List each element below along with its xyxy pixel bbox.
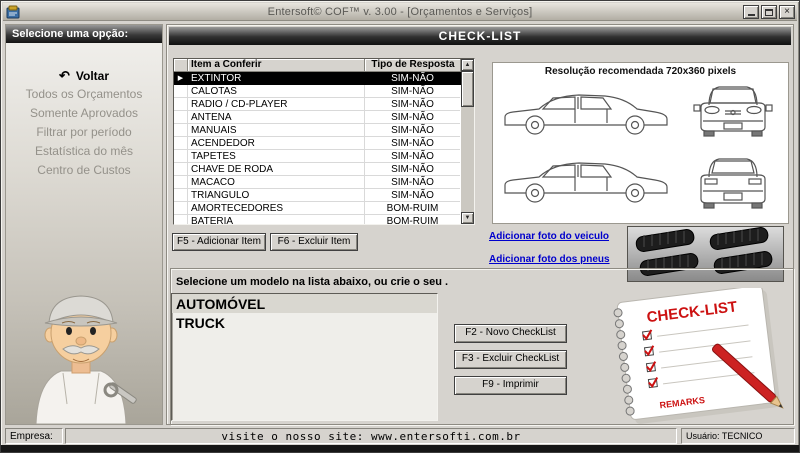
cell-item: EXTINTOR: [188, 72, 365, 85]
status-bar: Empresa: visite o nosso site: www.enters…: [3, 427, 797, 445]
website-status-text: visite o nosso site: www.entersofti.com.…: [65, 428, 677, 444]
table-row[interactable]: CHAVE DE RODA SIM-NÃO: [174, 163, 461, 176]
checklist-items-table: Item a Conferir Tipo de Resposta ▶ EXTIN…: [173, 58, 475, 225]
table-row[interactable]: CALOTAS SIM-NÃO: [174, 85, 461, 98]
cell-resposta: SIM-NÃO: [365, 150, 460, 163]
cell-item: ACENDEDOR: [188, 137, 365, 150]
window-title: Entersoft© COF™ v. 3.00 - [Orçamentos e …: [267, 5, 533, 18]
resolution-note: Resolução recomendada 720x360 pixels: [544, 66, 737, 77]
table-row[interactable]: RADIO / CD-PLAYER SIM-NÃO: [174, 98, 461, 111]
cell-item: MANUAIS: [188, 124, 365, 137]
user-status-field: Usuário: TECNICO: [681, 428, 795, 444]
cell-resposta: BOM-RUIM: [365, 202, 460, 215]
maximize-button[interactable]: [761, 5, 777, 19]
sidebar-item-todos-orcamentos[interactable]: Todos os Orçamentos: [6, 85, 162, 104]
cell-resposta: BOM-RUIM: [365, 215, 460, 224]
cell-item: TAPETES: [188, 150, 365, 163]
close-button[interactable]: ×: [779, 5, 795, 19]
add-vehicle-photo-link[interactable]: Adicionar foto do veiculo: [489, 231, 609, 242]
cell-resposta: SIM-NÃO: [365, 163, 460, 176]
add-item-button[interactable]: F5 - Adicionar Item: [172, 233, 266, 251]
sidebar-item-estatistica-mes[interactable]: Estatística do mês: [6, 142, 162, 161]
row-pointer-icon: ▶: [174, 72, 188, 85]
cell-resposta: SIM-NÃO: [365, 124, 460, 137]
close-icon: ×: [784, 6, 790, 17]
window-bottom-edge: [1, 445, 799, 452]
table-header: Item a Conferir Tipo de Resposta: [174, 59, 461, 72]
app-window: Entersoft© COF™ v. 3.00 - [Orçamentos e …: [0, 0, 800, 453]
maximize-icon: [765, 8, 773, 16]
cell-item: MACACO: [188, 176, 365, 189]
table-row[interactable]: BATERIA BOM-RUIM: [174, 215, 461, 224]
company-status-field: Empresa:: [5, 428, 63, 444]
table-body: ▶ EXTINTOR SIM-NÃO CALOTAS SIM-NÃO RADIO…: [174, 72, 461, 224]
cell-item: CHAVE DE RODA: [188, 163, 365, 176]
cell-resposta: SIM-NÃO: [365, 176, 460, 189]
cell-resposta: SIM-NÃO: [365, 137, 460, 150]
scrollbar-thumb[interactable]: [461, 71, 474, 107]
sidebar: Selecione uma opção: ↶ Voltar Todos os Or…: [5, 24, 163, 425]
sidebar-header: Selecione uma opção:: [6, 25, 162, 43]
cell-item: AMORTECEDORES: [188, 202, 365, 215]
sidebar-item-somente-aprovados[interactable]: Somente Aprovados: [6, 104, 162, 123]
cell-item: RADIO / CD-PLAYER: [188, 98, 365, 111]
scroll-up-icon[interactable]: ▲: [461, 59, 474, 71]
table-row[interactable]: TRIANGULO SIM-NÃO: [174, 189, 461, 202]
add-tire-photos-link[interactable]: Adicionar foto dos pneus: [489, 254, 610, 265]
table-row[interactable]: MACACO SIM-NÃO: [174, 176, 461, 189]
cell-item: TRIANGULO: [188, 189, 365, 202]
sidebar-item-filtrar-periodo[interactable]: Filtrar por período: [6, 123, 162, 142]
delete-checklist-button[interactable]: F3 - Excluir CheckList: [454, 350, 567, 369]
mechanic-mascot-image: [35, 295, 137, 424]
remove-item-button[interactable]: F6 - Excluir Item: [270, 233, 358, 251]
cell-item: ANTENA: [188, 111, 365, 124]
cell-resposta: SIM-NÃO: [365, 85, 460, 98]
cell-resposta: SIM-NÃO: [365, 72, 460, 85]
table-scrollbar[interactable]: ▲ ▼: [461, 59, 474, 224]
table-row[interactable]: MANUAIS SIM-NÃO: [174, 124, 461, 137]
models-label: Selecione um modelo na lista abaixo, ou …: [176, 276, 449, 288]
cell-item: CALOTAS: [188, 85, 365, 98]
cell-item: BATERIA: [188, 215, 365, 224]
selector-column-header: [174, 59, 188, 72]
cell-resposta: SIM-NÃO: [365, 111, 460, 124]
cell-resposta: SIM-NÃO: [365, 98, 460, 111]
sidebar-item-voltar[interactable]: ↶ Voltar: [6, 66, 162, 85]
minimize-button[interactable]: [743, 5, 759, 19]
new-checklist-button[interactable]: F2 - Novo CheckList: [454, 324, 567, 343]
table-row[interactable]: ANTENA SIM-NÃO: [174, 111, 461, 124]
column-tipo-resposta: Tipo de Resposta: [365, 59, 461, 72]
page-title: CHECK-LIST: [169, 27, 791, 45]
column-item-a-conferir: Item a Conferir: [188, 59, 365, 72]
list-item-automovel[interactable]: AUTOMÓVEL: [172, 294, 437, 313]
cell-resposta: SIM-NÃO: [365, 189, 460, 202]
vehicle-outline-drawings: [504, 86, 773, 209]
back-arrow-icon: ↶: [58, 68, 70, 83]
checklist-notebook-image: CHECK-LIST REMARKS: [613, 288, 784, 424]
scroll-down-icon[interactable]: ▼: [461, 212, 474, 224]
table-row[interactable]: TAPETES SIM-NÃO: [174, 150, 461, 163]
minimize-icon: [747, 14, 755, 16]
vehicle-photo-panel: Resolução recomendada 720x360 pixels: [492, 62, 789, 224]
table-row[interactable]: ▶ EXTINTOR SIM-NÃO: [174, 72, 461, 85]
table-row[interactable]: AMORTECEDORES BOM-RUIM: [174, 202, 461, 215]
sidebar-item-centro-custos[interactable]: Centro de Custos: [6, 161, 162, 180]
main-panel: CHECK-LIST Item a Conferir Tipo de Respo…: [166, 24, 794, 425]
table-row[interactable]: ACENDEDOR SIM-NÃO: [174, 137, 461, 150]
checklist-models-list[interactable]: AUTOMÓVEL TRUCK: [171, 293, 438, 421]
list-item-truck[interactable]: TRUCK: [172, 313, 437, 332]
title-bar[interactable]: Entersoft© COF™ v. 3.00 - [Orçamentos e …: [3, 3, 797, 21]
print-button[interactable]: F9 - Imprimir: [454, 376, 567, 395]
